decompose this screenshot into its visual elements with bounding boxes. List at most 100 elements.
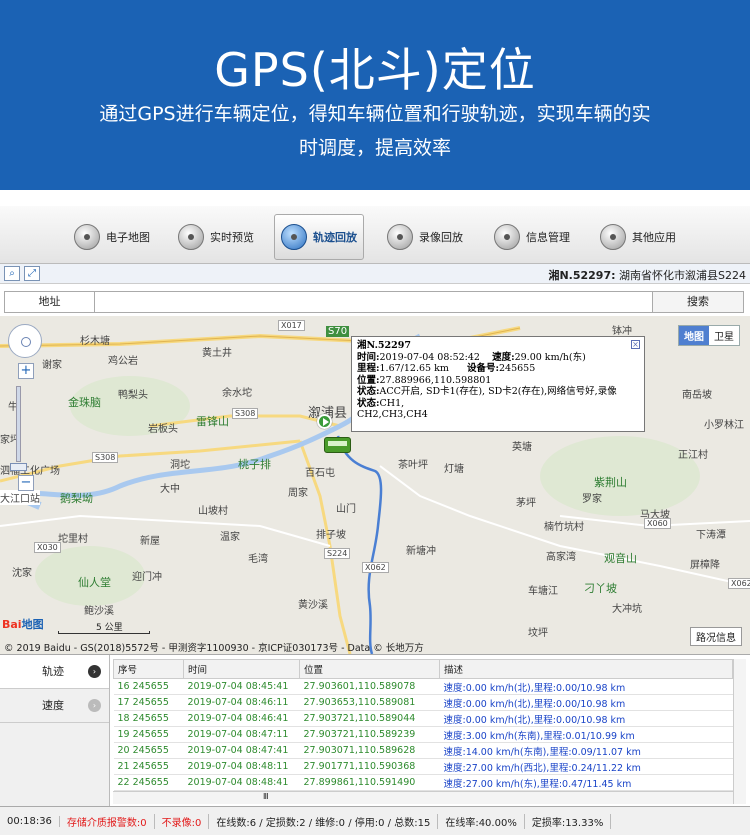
popup-status: CH1, — [379, 397, 405, 409]
table-row[interactable]: 19 245655 2019-07-04 08:47:11 27.903721,11… — [113, 726, 733, 743]
popup-label: 设备号: — [466, 363, 499, 374]
map-type-switch: 地图 卫星 — [678, 325, 740, 346]
cell-description: 速度:27.00 km/h(西北),里程:0.24/11.22 km — [439, 758, 733, 775]
map-type-satellite[interactable]: 卫星 — [709, 326, 739, 345]
status-storage-alarm: 存储介质报警数:0 — [60, 813, 155, 829]
map-place-label: 山门 — [336, 504, 356, 515]
map-place-label: 鸡公岩 — [108, 356, 138, 367]
address-search-bar: 地址 搜索 — [4, 291, 744, 313]
spacer — [0, 190, 750, 206]
toolbar-info-management[interactable]: 信息管理 — [488, 214, 576, 260]
map-place-label: 毛湾 — [248, 554, 268, 565]
cell-time: 2019-07-04 08:47:11 — [183, 726, 300, 743]
map-place-label: 罗家 — [582, 494, 602, 505]
zoom-in-button[interactable]: + — [18, 363, 34, 379]
vertical-scrollbar[interactable] — [733, 659, 746, 804]
col-header-position[interactable]: 位置 — [299, 659, 440, 679]
toolbar-realtime-preview[interactable]: 实时预览 — [172, 214, 260, 260]
side-tab-label: 轨迹 — [42, 665, 64, 678]
cell-description: 速度:14.00 km/h(东南),里程:0.09/11.07 km — [439, 742, 733, 759]
vehicle-bus-icon[interactable] — [324, 437, 351, 453]
map-place-label: 英塘 — [512, 442, 532, 453]
col-header-time[interactable]: 时间 — [183, 659, 300, 679]
cell-index: 22 245655 — [113, 774, 184, 791]
col-header-description[interactable]: 描述 — [439, 659, 733, 679]
table-row[interactable]: 17 245655 2019-07-04 08:46:11 27.903653,11… — [113, 694, 733, 711]
zoom-out-button[interactable]: − — [18, 475, 34, 491]
popup-label: 位置: — [357, 374, 380, 386]
status-time: 00:18:36 — [0, 815, 60, 827]
road-label: X017 — [278, 320, 305, 331]
table-row[interactable]: 22 245655 2019-07-04 08:48:41 27.899861,11… — [113, 774, 733, 791]
popup-position: 27.889966,110.598801 — [379, 374, 492, 386]
cell-position: 27.903601,110.589078 — [299, 678, 440, 695]
address-input[interactable] — [95, 292, 653, 312]
cell-time: 2019-07-04 08:47:41 — [183, 742, 300, 759]
chevron-right-icon: › — [88, 665, 101, 678]
vehicle-location: 湘N.52297: 湖南省怀化市溆浦县S224 — [548, 267, 746, 283]
map-place-label: 楠竹坑村 — [544, 522, 584, 533]
map-place-label: 山坡村 — [198, 506, 228, 517]
zoom-slider-handle[interactable] — [10, 463, 27, 471]
map-place-label: 茅坪 — [516, 498, 536, 509]
toolbar-video-playback[interactable]: 录像回放 — [381, 214, 469, 260]
electronic-map-icon — [74, 224, 100, 250]
scroll-grip[interactable]: Ⅲ — [263, 792, 269, 801]
popup-device: 245655 — [499, 363, 536, 374]
side-tab-track[interactable]: 轨迹 › — [0, 655, 109, 689]
cell-position: 27.903721,110.589239 — [299, 726, 440, 743]
toolbar-other-apps[interactable]: 其他应用 — [594, 214, 682, 260]
status-online-rate: 在线率:40.00% — [438, 813, 525, 829]
popup-label: 速度: — [492, 351, 515, 363]
map-place-label: 刁丫坡 — [584, 582, 617, 595]
close-icon[interactable]: × — [631, 340, 640, 349]
pan-control[interactable] — [8, 324, 42, 358]
traffic-info-button[interactable]: 路况信息 — [690, 627, 742, 646]
table-row[interactable]: 20 245655 2019-07-04 08:47:41 27.903071,11… — [113, 742, 733, 759]
map-place-label: 新屋 — [140, 536, 160, 547]
toolbar-label: 信息管理 — [526, 231, 570, 244]
popup-plate: 湘N.52297 — [357, 340, 411, 351]
cell-description: 速度:0.00 km/h(北),里程:0.00/10.98 km — [439, 710, 733, 727]
horizontal-scrollbar[interactable]: Ⅲ — [113, 791, 733, 804]
map-place-label: 高家湾 — [546, 552, 576, 563]
hero-banner: GPS(北斗)定位 通过GPS进行车辆定位，得知车辆位置和行驶轨迹，实现车辆的实… — [0, 0, 750, 190]
map-place-label: 黄土井 — [202, 348, 232, 359]
road-label: S308 — [232, 408, 259, 419]
search-icon[interactable]: ⌕ — [4, 266, 20, 281]
map-place-label: 正江村 — [678, 450, 708, 461]
map-place-label: 谢家 — [42, 360, 62, 371]
status-no-recording: 不录像:0 — [155, 813, 210, 829]
cell-index: 19 245655 — [113, 726, 184, 743]
map-type-map[interactable]: 地图 — [679, 326, 709, 345]
road-label: X060 — [644, 518, 671, 529]
table-row[interactable]: 21 245655 2019-07-04 08:48:11 27.901771,11… — [113, 758, 733, 775]
address-label: 地址 — [5, 292, 95, 312]
map-place-label: 洞坨 — [170, 460, 190, 471]
search-button[interactable]: 搜索 — [653, 292, 743, 312]
table-row[interactable]: 18 245655 2019-07-04 08:46:41 27.903721,11… — [113, 710, 733, 727]
zoom-slider-track[interactable] — [16, 386, 21, 462]
side-tab-speed[interactable]: 速度 › — [0, 689, 109, 723]
map-place-label: 观音山 — [604, 552, 637, 565]
popup-status: CH2,CH3,CH4 — [357, 409, 428, 420]
cell-position: 27.903721,110.589044 — [299, 710, 440, 727]
toolbar-label: 录像回放 — [419, 231, 463, 244]
map-place-label: 仙人堂 — [78, 576, 111, 589]
map-place-label: 鲍沙溪 — [84, 606, 114, 617]
toolbar-track-playback[interactable]: 轨迹回放 — [274, 214, 364, 260]
vehicle-address: 湖南省怀化市溆浦县S224 — [619, 269, 746, 282]
track-start-marker[interactable] — [317, 414, 332, 429]
map-place-label: 小罗林江 — [704, 420, 744, 431]
map-nav-control — [8, 324, 42, 358]
map-place-label: 坨里村 — [58, 534, 88, 545]
fullscreen-icon[interactable]: ⤢ — [24, 266, 40, 281]
col-header-index[interactable]: 序号 — [113, 659, 184, 679]
popup-speed: 29.00 km/h(东) — [514, 351, 586, 363]
table-row[interactable]: 16 245655 2019-07-04 08:45:41 27.903601,11… — [113, 678, 733, 695]
map-place-label: 鸭梨头 — [118, 390, 148, 401]
toolbar-electronic-map[interactable]: 电子地图 — [68, 214, 156, 260]
popup-label: 状态: — [357, 397, 380, 409]
map-place-label: 桃子排 — [238, 458, 271, 471]
cell-position: 27.903071,110.589628 — [299, 742, 440, 759]
